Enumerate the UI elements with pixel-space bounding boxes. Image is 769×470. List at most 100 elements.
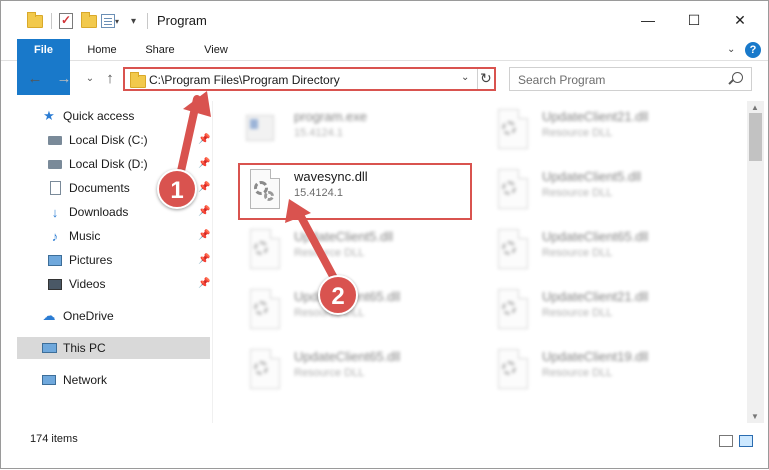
cloud-icon: ☁ [42,308,56,323]
file-item[interactable]: UpdateClient65.dll Resource DLL [236,343,476,399]
vertical-scrollbar[interactable]: ▲ ▼ [747,101,764,423]
customize-toolbar-icon[interactable]: ▾ [131,11,136,31]
music-icon: ♪ [51,228,59,244]
pin-icon[interactable]: 📌 [198,206,210,217]
file-item[interactable]: UpdateClient5.dll Resource DLL [484,163,724,219]
refresh-icon[interactable]: ↻ [480,70,492,87]
sidebar-item-label: Documents [69,181,130,195]
close-button[interactable]: ✕ [717,1,763,39]
up-icon[interactable]: ↑ [99,68,121,90]
sidebar-item-label: Quick access [63,109,135,123]
new-folder-icon[interactable] [81,11,97,31]
pictures-icon [47,252,63,268]
tiles-view-icon[interactable] [739,435,753,447]
sidebar-item-label: Pictures [69,253,113,267]
dll-file-icon [492,349,532,393]
file-detail: Resource DLL [542,307,613,319]
search-icon[interactable] [732,72,743,83]
address-bar[interactable]: C:\Program Files\Program Directory ⌄ ↻ [123,67,496,91]
item-count: 174 items [30,433,78,445]
search-input[interactable]: Search Program [518,73,605,87]
forward-icon[interactable]: → [53,68,75,90]
minimize-button[interactable]: — [625,1,671,39]
file-name: UpdateClient65.dll [542,229,649,244]
sidebar-item-downloads[interactable]: ↓ Downloads [47,201,129,223]
pin-icon[interactable]: 📌 [198,254,210,265]
documents-icon [47,180,63,196]
address-dropdown-icon[interactable]: ⌄ [461,72,469,83]
exe-file-icon [244,109,284,153]
sidebar-item-music[interactable]: ♪ Music [47,225,101,247]
sidebar-item-pictures[interactable]: Pictures [47,249,112,271]
sidebar-item-label: Local Disk (D:) [69,157,148,171]
navigation-pane: ★ Quick access Local Disk (C:) 📌 Local D… [1,101,213,423]
search-box[interactable]: Search Program [509,67,752,91]
scroll-up-icon[interactable]: ▲ [751,103,759,112]
file-name: UpdateClient19.dll [542,349,649,364]
file-name: UpdateClient21.dll [542,289,649,304]
navigation-bar: ← → ⌄ ↑ C:\Program Files\Program Directo… [1,62,768,96]
dll-file-icon [492,169,532,213]
sidebar-item-onedrive[interactable]: ☁ OneDrive [41,305,114,327]
scroll-down-icon[interactable]: ▼ [751,412,759,421]
back-icon[interactable]: ← [24,68,46,90]
file-item[interactable]: program.exe 15.4124.1 [236,103,476,159]
step-1-badge: 1 [157,169,197,209]
file-detail: Resource DLL [542,127,613,139]
sidebar-item-network[interactable]: Network [41,369,107,391]
pin-icon[interactable]: 📌 [198,230,210,241]
sidebar-item-label: This PC [63,341,106,355]
sidebar-item-this-pc[interactable]: This PC [17,337,210,359]
sidebar-item-local-disk-c[interactable]: Local Disk (C:) [47,129,148,151]
file-item[interactable]: UpdateClient5.dll Resource DLL [236,223,476,279]
recent-locations-icon[interactable]: ⌄ [79,68,101,90]
expand-ribbon-icon[interactable]: ⌄ [727,44,735,55]
pin-icon[interactable]: 📌 [198,182,210,193]
tab-view[interactable]: View [193,39,239,61]
sidebar-item-documents[interactable]: Documents [47,177,130,199]
help-icon[interactable]: ? [745,42,761,58]
tab-share[interactable]: Share [137,39,183,61]
pin-icon[interactable]: 📌 [198,278,210,289]
file-item[interactable]: UpdateClient19.dll Resource DLL [484,343,724,399]
sep [51,11,52,31]
status-bar: 174 items [1,427,768,453]
file-list: program.exe 15.4124.1 UpdateClient21.dll… [226,101,746,423]
sidebar-item-local-disk-d[interactable]: Local Disk (D:) [47,153,148,175]
file-item[interactable]: UpdateClient21.dll Resource DLL [484,103,724,159]
sidebar-item-videos[interactable]: Videos [47,273,105,295]
file-name: program.exe [294,109,367,124]
dll-file-icon [492,289,532,333]
view-options-icon[interactable]: ▾ [101,11,119,31]
window-title: Program [157,13,207,28]
file-detail: Resource DLL [542,187,613,199]
file-item[interactable]: UpdateClient21.dll Resource DLL [484,283,724,339]
dll-file-icon [244,229,284,273]
title-sep [147,11,148,31]
scroll-thumb[interactable] [749,113,762,161]
file-name: UpdateClient21.dll [542,109,649,124]
pin-icon[interactable]: 📌 [198,134,210,145]
dll-file-icon [492,229,532,273]
file-item[interactable]: UpdateClient65.dll Resource DLL [484,223,724,279]
tab-home[interactable]: Home [79,39,125,61]
file-detail: Resource DLL [294,247,365,259]
file-name: UpdateClient5.dll [294,229,394,244]
dll-file-icon [244,289,284,333]
highlight-box-file [238,163,472,220]
sidebar-item-label: Music [69,229,101,243]
pin-icon[interactable]: 📌 [198,158,210,169]
details-view-icon[interactable] [719,435,733,447]
dll-file-icon [244,349,284,393]
maximize-button[interactable]: ☐ [671,1,717,39]
sidebar-item-quick-access[interactable]: ★ Quick access [41,105,134,127]
sidebar-item-label: Network [63,373,108,387]
address-path[interactable]: C:\Program Files\Program Directory [149,73,340,87]
sidebar-item-label: Downloads [69,205,129,219]
step-2-badge: 2 [318,275,358,315]
sidebar-item-label: Videos [69,277,106,291]
downloads-icon: ↓ [51,204,59,220]
file-detail: Resource DLL [542,367,613,379]
properties-check-icon[interactable]: ✓ [59,11,73,31]
ribbon-tabs: File Home Share View ⌄ ? [1,39,768,95]
